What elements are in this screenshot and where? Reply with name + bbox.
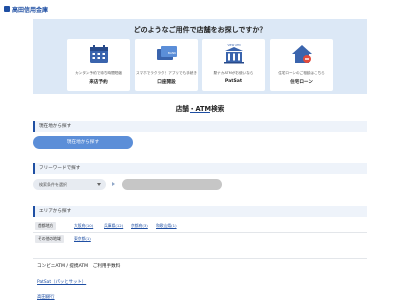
card-visit-reservation[interactable]: カンタン予約で待ち時間短縮 来店予約 [67,39,130,91]
calendar-icon [89,45,108,63]
area-link[interactable]: 和歌山県(1) [156,223,177,229]
card-title: 来店予約 [89,80,108,85]
card-patsat[interactable]: VIEW ATM 駅ナカATMがお使いなら PatSat [202,39,265,91]
area-header: エリアから探す [33,206,367,217]
arrow-right-icon [112,182,115,186]
current-location-button[interactable]: 現在地から探す [33,136,133,149]
purpose-hero: どのようなご用件で店舗をお探しですか？ カンタン予約で待ち時間短縮 来店予約 B… [33,19,367,94]
hero-question: どのようなご用件で店舗をお探しですか？ [133,26,267,34]
select-value: 検索条件を選択 [39,182,67,187]
card-icon: BANK [156,46,177,60]
region-chip[interactable]: 首都地方 [35,222,57,230]
card-icon-text: BANK [167,51,176,55]
house-icon [291,45,312,63]
card-title: 口座開設 [157,80,176,85]
site-header: 高田信用金庫 [0,0,400,18]
current-location-header: 現在地から探す [33,121,367,132]
freeword-input[interactable] [122,179,222,190]
card-title: PatSat [224,79,243,84]
card-open-account[interactable]: BANK スマホでラクラク！アプリでも手続き 口座開設 [135,39,198,91]
freeword-header: フリーワードで探す [33,163,367,174]
region-chip[interactable]: その他の地域 [35,235,64,243]
bank-icon-text: VIEW ATM [227,43,240,47]
section-label: 現在地から探す [39,124,72,129]
bank-icon: VIEW ATM [223,43,244,64]
divider [33,258,367,259]
card-description: スマホでラクラク！アプリでも手続き [136,71,197,75]
bank-logo[interactable]: 高田信用金庫 [4,5,48,14]
card-description: 駅ナカATMがお使いなら [213,71,254,75]
card-title: 住宅ローン [290,80,313,85]
logo-mark-icon [4,6,10,12]
search-condition-select[interactable]: 検索条件を選択 [33,179,106,190]
area-link[interactable]: 京都府(3) [131,223,148,229]
chevron-down-icon [97,183,101,186]
convenience-atm-heading: コンビニATM / 提携ATM ご利用手数料 [37,264,121,269]
card-description: 住宅ローンのご相談はこちら [278,71,325,75]
patsat-link[interactable]: PatSat（パッとサット） [37,279,86,285]
bank-link[interactable]: 高田銀行 [37,294,55,300]
area-link[interactable]: 東京都(1) [74,236,91,242]
card-description: カンタン予約で待ち時間短縮 [75,71,122,75]
section-title-underline [190,112,210,113]
section-label: エリアから探す [39,209,72,214]
divider [33,232,367,233]
card-housing-loan[interactable]: 住宅ローンのご相談はこちら 住宅ローン [270,39,333,91]
logo-text: 高田信用金庫 [12,6,49,14]
area-link[interactable]: 大阪府(10) [74,223,93,229]
area-link[interactable]: 兵庫県(12) [104,223,123,229]
section-label: フリーワードで探す [39,166,81,171]
